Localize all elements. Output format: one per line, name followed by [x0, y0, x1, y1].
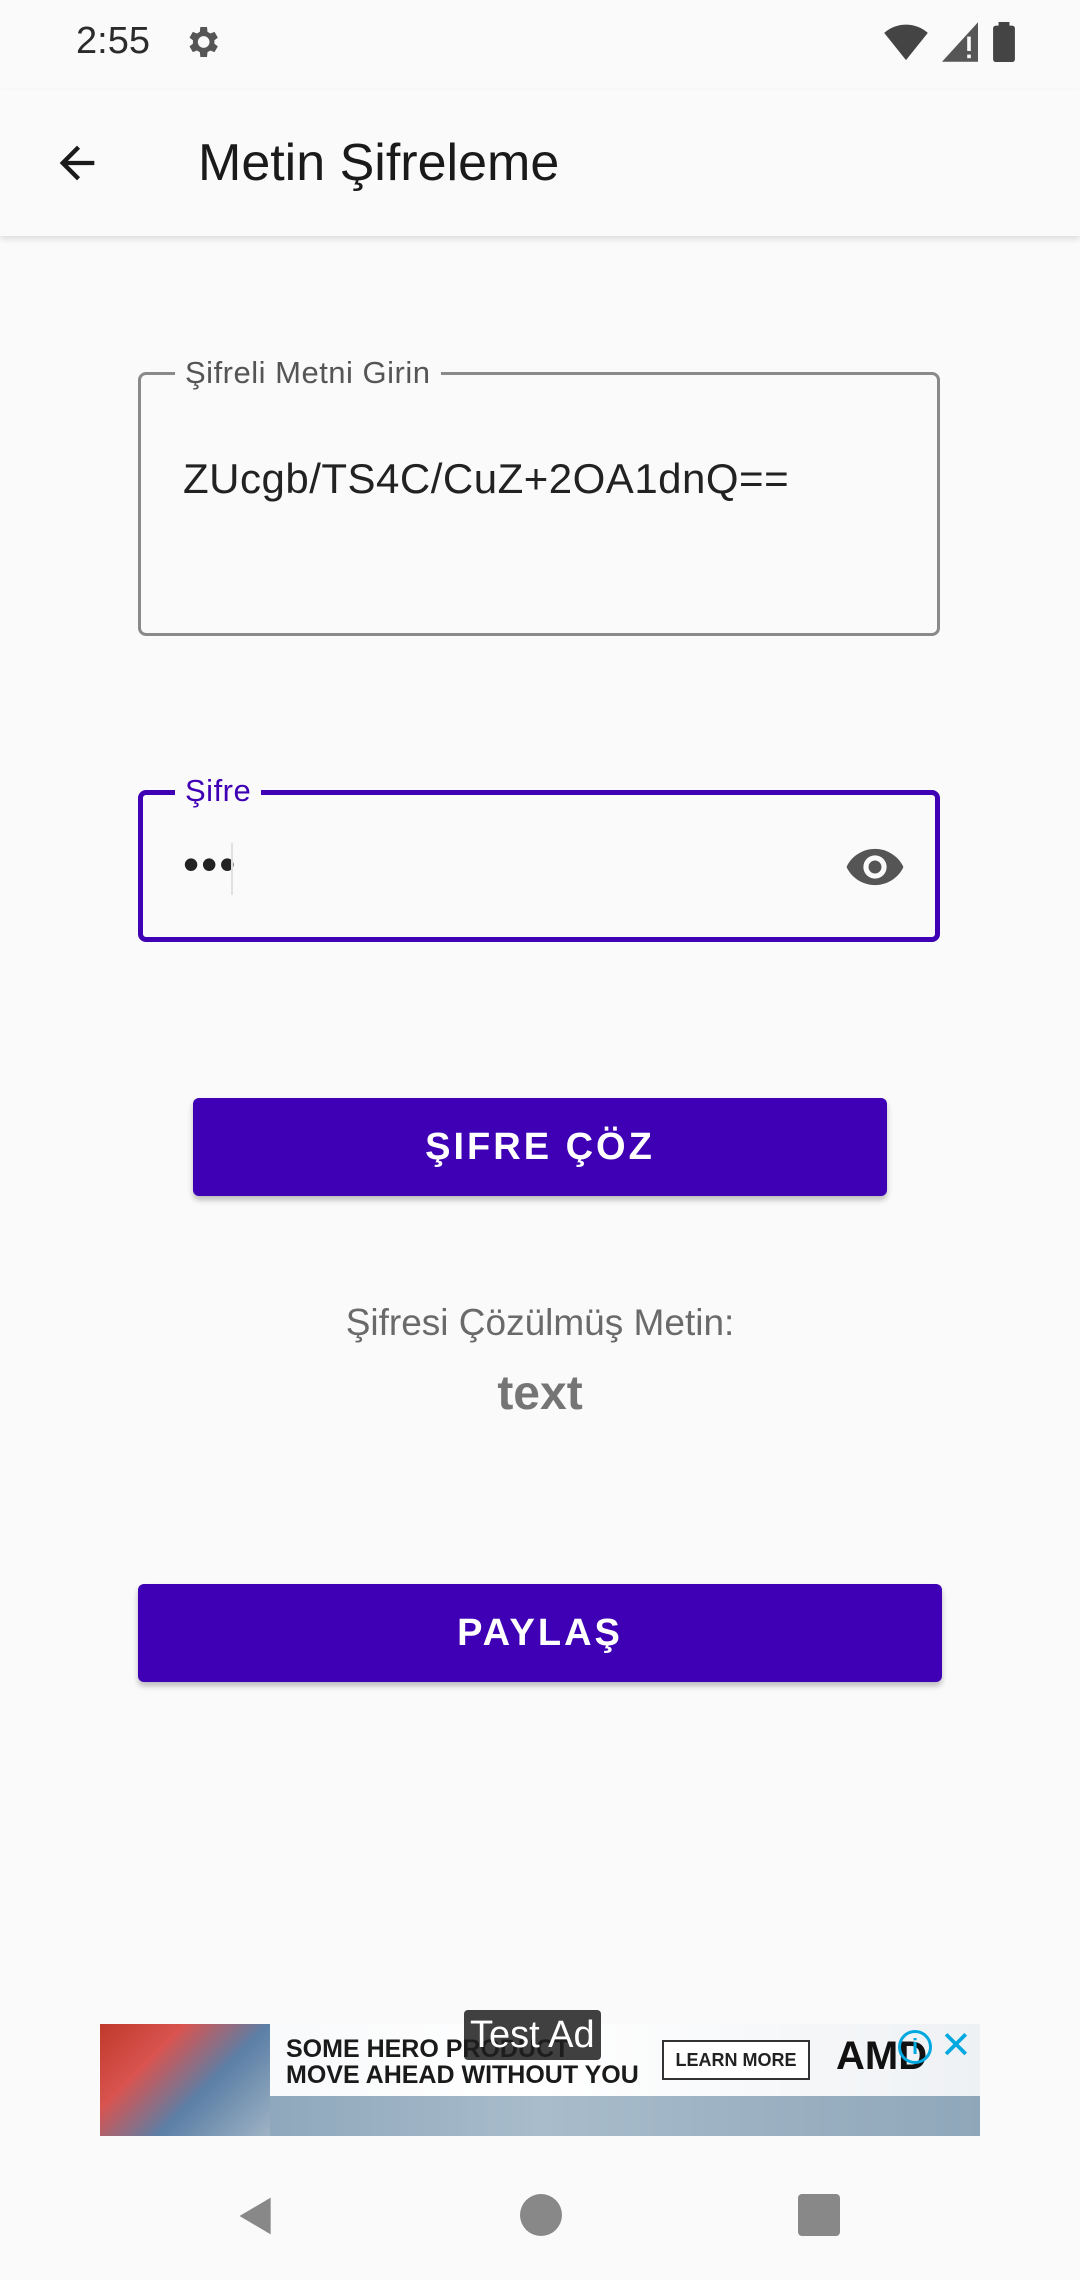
status-bar: 2:55: [0, 0, 1080, 90]
wifi-icon: [884, 24, 928, 61]
password-field[interactable]: Şifre •••: [138, 773, 940, 942]
back-button[interactable]: [44, 130, 110, 196]
ad-info-icon[interactable]: i: [898, 2030, 932, 2064]
result-label: Şifresi Çözülmüş Metin:: [345, 1302, 735, 1343]
cipher-text-field[interactable]: Şifreli Metni Girin ZUcgb/TS4C/CuZ+2OA1d…: [138, 355, 940, 636]
app-bar: Metin Şifreleme: [0, 90, 1080, 236]
test-ad-label: Test Ad: [464, 2010, 601, 2060]
nav-home-icon[interactable]: [520, 2194, 562, 2236]
ad-learn-more-button[interactable]: LEARN MORE: [662, 2040, 810, 2080]
page-title: Metin Şifreleme: [198, 134, 560, 192]
settings-gear-icon: [189, 27, 218, 57]
status-icons: [884, 22, 1016, 62]
password-input[interactable]: •••: [183, 837, 237, 891]
ad-headline-line2: MOVE AHEAD WITHOUT YOU: [286, 2061, 639, 2089]
nav-recents-icon[interactable]: [798, 2194, 840, 2236]
cipher-text-label: Şifreli Metni Girin: [175, 355, 441, 391]
nav-back-icon[interactable]: [234, 2194, 278, 2238]
arrow-back-icon: [59, 145, 95, 181]
ad-hero-image: [100, 2024, 270, 2136]
ad-close-icon[interactable]: ✕: [940, 2026, 972, 2066]
toggle-password-visibility-button[interactable]: [843, 835, 907, 899]
cipher-text-input[interactable]: ZUcgb/TS4C/CuZ+2OA1dnQ==: [183, 455, 789, 503]
eye-icon: [846, 848, 904, 886]
battery-icon: [993, 22, 1015, 62]
status-time: 2:55: [76, 20, 150, 62]
text-cursor: [231, 843, 233, 895]
result-text: text: [497, 1367, 583, 1420]
decrypt-button[interactable]: ŞIFRE ÇÖZ: [193, 1098, 887, 1196]
share-button[interactable]: PAYLAŞ: [138, 1584, 942, 1682]
system-nav-bar: [0, 2160, 1080, 2280]
password-label: Şifre: [175, 773, 262, 809]
cellular-signal-icon: [942, 22, 978, 62]
